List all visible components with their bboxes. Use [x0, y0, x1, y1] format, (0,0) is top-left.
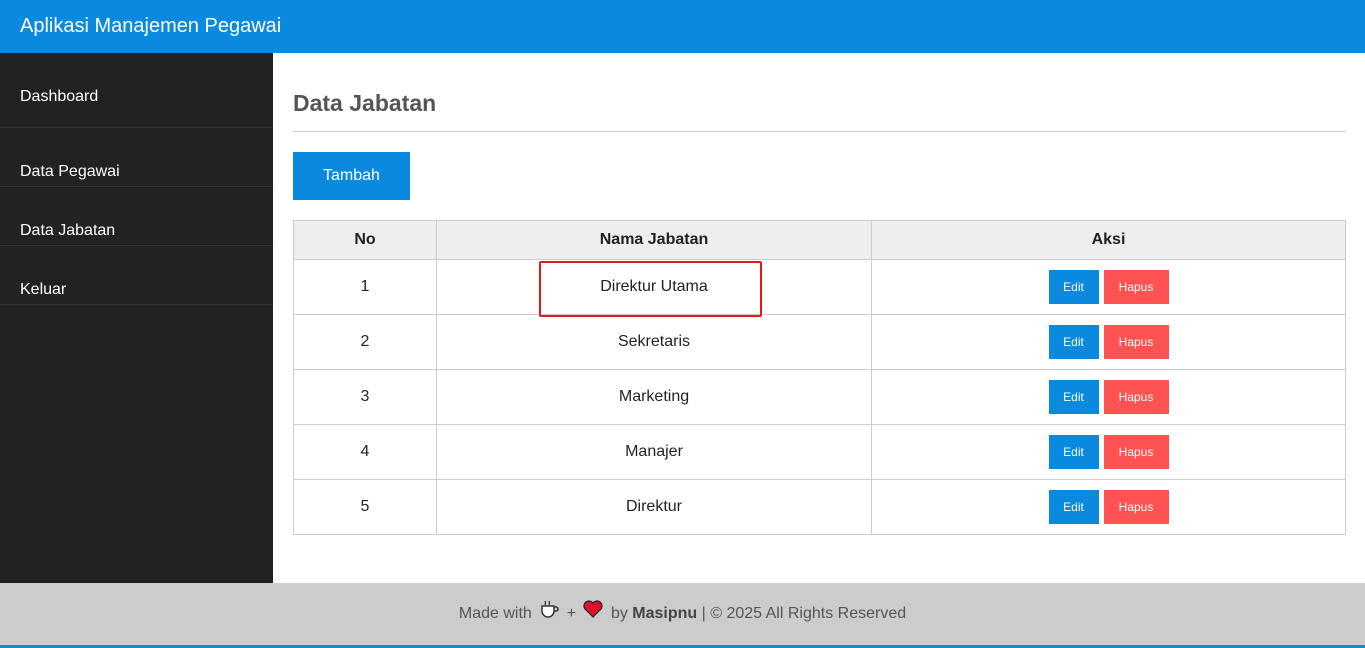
edit-button[interactable]: Edit: [1048, 490, 1099, 524]
footer-made-with: Made with: [458, 605, 532, 623]
table-row: 2 Sekretaris Edit Hapus: [293, 314, 1346, 370]
cell-no: 3: [293, 369, 437, 425]
header-aksi: Aksi: [871, 220, 1346, 260]
header-no: No: [293, 220, 437, 260]
heart-icon: [583, 583, 604, 645]
title-divider: [293, 131, 1346, 132]
cell-nama-jabatan: Manajer: [436, 424, 872, 480]
cell-aksi: Edit Hapus: [871, 314, 1346, 370]
coffee-icon: [539, 583, 559, 645]
table-row: 3 Marketing Edit Hapus: [293, 369, 1346, 425]
cell-nama-jabatan: Marketing: [436, 369, 872, 425]
sidebar-item-data-pegawai[interactable]: Data Pegawai: [0, 128, 273, 187]
edit-button[interactable]: Edit: [1048, 435, 1099, 469]
cell-no: 1: [293, 259, 437, 315]
header-nama-jabatan: Nama Jabatan: [436, 220, 872, 260]
delete-button[interactable]: Hapus: [1103, 380, 1169, 414]
cell-no: 5: [293, 479, 437, 535]
sidebar: Dashboard Data Pegawai Data Jabatan Kelu…: [0, 53, 273, 583]
table-row: 5 Direktur Edit Hapus: [293, 479, 1346, 535]
edit-button[interactable]: Edit: [1048, 270, 1099, 304]
delete-button[interactable]: Hapus: [1103, 435, 1169, 469]
cell-aksi: Edit Hapus: [871, 424, 1346, 480]
table-row: 4 Manajer Edit Hapus: [293, 424, 1346, 480]
footer-plus: +: [566, 605, 577, 623]
cell-nama-jabatan: Sekretaris: [436, 314, 872, 370]
table-header-row: No Nama Jabatan Aksi: [293, 220, 1346, 260]
main-content: Data Jabatan Tambah No Nama Jabatan Aksi…: [273, 53, 1365, 583]
footer: Made with + by Masipnu | © 2025 All Righ…: [0, 583, 1365, 645]
app-title: Aplikasi Manajemen Pegawai: [20, 15, 282, 37]
add-button[interactable]: Tambah: [293, 152, 410, 200]
footer-author: Masipnu: [632, 605, 698, 623]
edit-button[interactable]: Edit: [1048, 380, 1099, 414]
cell-aksi: Edit Hapus: [871, 259, 1346, 315]
cell-nama-jabatan: Direktur: [436, 479, 872, 535]
delete-button[interactable]: Hapus: [1103, 490, 1169, 524]
edit-button[interactable]: Edit: [1048, 325, 1099, 359]
table-row: 1 Direktur Utama Edit Hapus: [293, 259, 1346, 315]
footer-copyright: | © 2025 All Rights Reserved: [701, 605, 907, 623]
app-header: Aplikasi Manajemen Pegawai: [0, 0, 1365, 53]
sidebar-item-dashboard[interactable]: Dashboard: [0, 53, 273, 128]
cell-no: 2: [293, 314, 437, 370]
sidebar-item-keluar[interactable]: Keluar: [0, 246, 273, 305]
cell-aksi: Edit Hapus: [871, 369, 1346, 425]
footer-by: by: [610, 605, 628, 623]
cell-nama-jabatan: Direktur Utama: [436, 259, 872, 315]
delete-button[interactable]: Hapus: [1103, 325, 1169, 359]
cell-aksi: Edit Hapus: [871, 479, 1346, 535]
jabatan-table: No Nama Jabatan Aksi 1 Direktur Utama Ed…: [293, 220, 1346, 535]
cell-no: 4: [293, 424, 437, 480]
delete-button[interactable]: Hapus: [1103, 270, 1169, 304]
sidebar-item-data-jabatan[interactable]: Data Jabatan: [0, 187, 273, 246]
page-title: Data Jabatan: [293, 90, 437, 116]
